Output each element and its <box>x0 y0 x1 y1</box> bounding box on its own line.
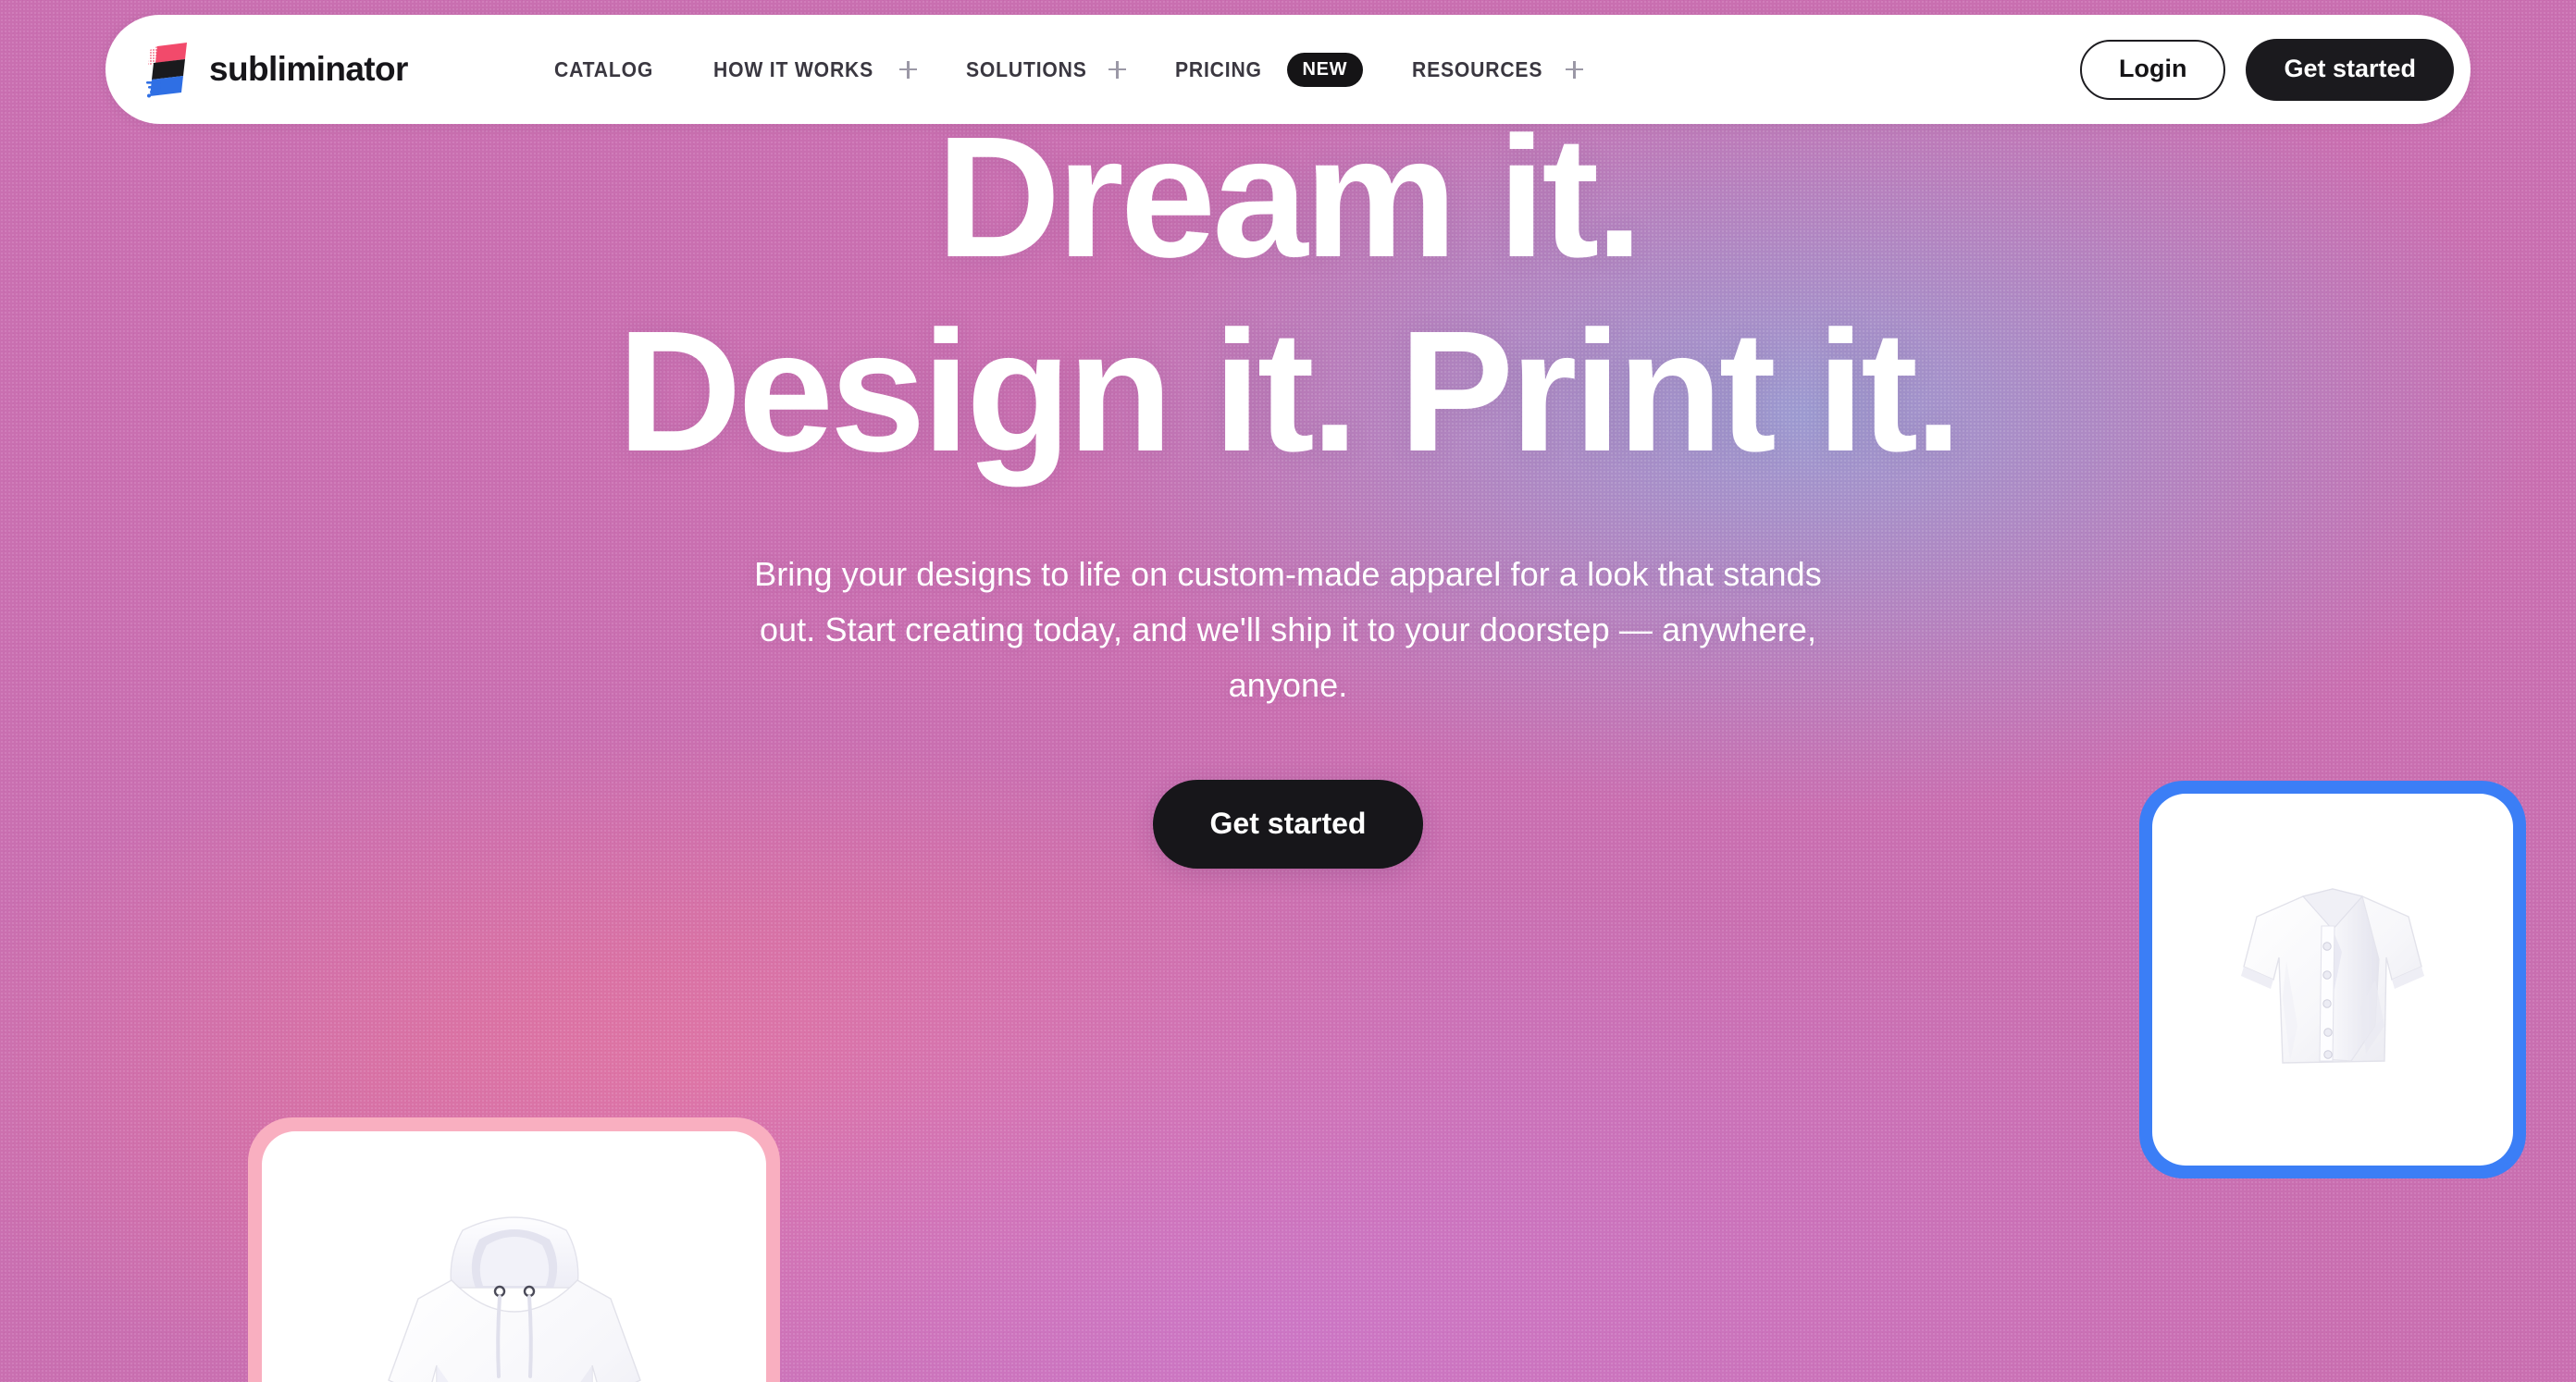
main-navbar: subliminator CATALOG HOW IT WORKS SOLUTI… <box>105 15 2471 124</box>
login-button[interactable]: Login <box>2079 39 2226 100</box>
subliminator-logo-mark <box>144 41 192 98</box>
plus-icon <box>1108 60 1127 79</box>
nav-item-label: HOW IT WORKS <box>712 56 873 81</box>
nav-item-pricing[interactable]: PRICING NEW <box>1175 52 1364 87</box>
nav-actions: Login Get started <box>2079 38 2454 101</box>
nav-item-label: PRICING <box>1175 56 1263 81</box>
nav-item-how-it-works[interactable]: HOW IT WORKS <box>712 56 918 82</box>
page-root: subliminator CATALOG HOW IT WORKS SOLUTI… <box>0 0 2576 1382</box>
hero-headline-line2: Design it. Print it. <box>617 296 1962 488</box>
nav-links: CATALOG HOW IT WORKS SOLUTIONS PRICING N… <box>554 52 1584 87</box>
product-card-baseball-jersey[interactable] <box>2139 781 2526 1178</box>
hero-subtext: Bring your designs to life on custom-mad… <box>754 555 1822 704</box>
new-badge: NEW <box>1286 52 1364 87</box>
product-card-inner <box>262 1131 766 1382</box>
brand-name: subliminator <box>209 50 408 88</box>
plus-icon <box>899 60 918 79</box>
nav-item-label: CATALOG <box>553 56 653 81</box>
nav-item-solutions[interactable]: SOLUTIONS <box>966 56 1127 82</box>
nav-item-label: RESOURCES <box>1412 56 1543 81</box>
product-card-inner <box>2152 794 2513 1166</box>
get-started-nav-button[interactable]: Get started <box>2246 38 2454 101</box>
nav-item-catalog[interactable]: CATALOG <box>554 57 664 82</box>
baseball-jersey-image <box>2241 888 2424 1064</box>
hero-section: Dream it. Design it. Print it. Bring you… <box>0 0 2576 869</box>
hoodie-image <box>387 1216 641 1382</box>
plus-icon <box>1566 60 1584 79</box>
nav-item-label: SOLUTIONS <box>966 56 1087 81</box>
brand-logo[interactable]: subliminator <box>144 41 408 98</box>
hero-get-started-button[interactable]: Get started <box>1152 779 1424 869</box>
product-card-hoodie[interactable] <box>248 1117 780 1382</box>
nav-item-resources[interactable]: RESOURCES <box>1412 56 1584 82</box>
